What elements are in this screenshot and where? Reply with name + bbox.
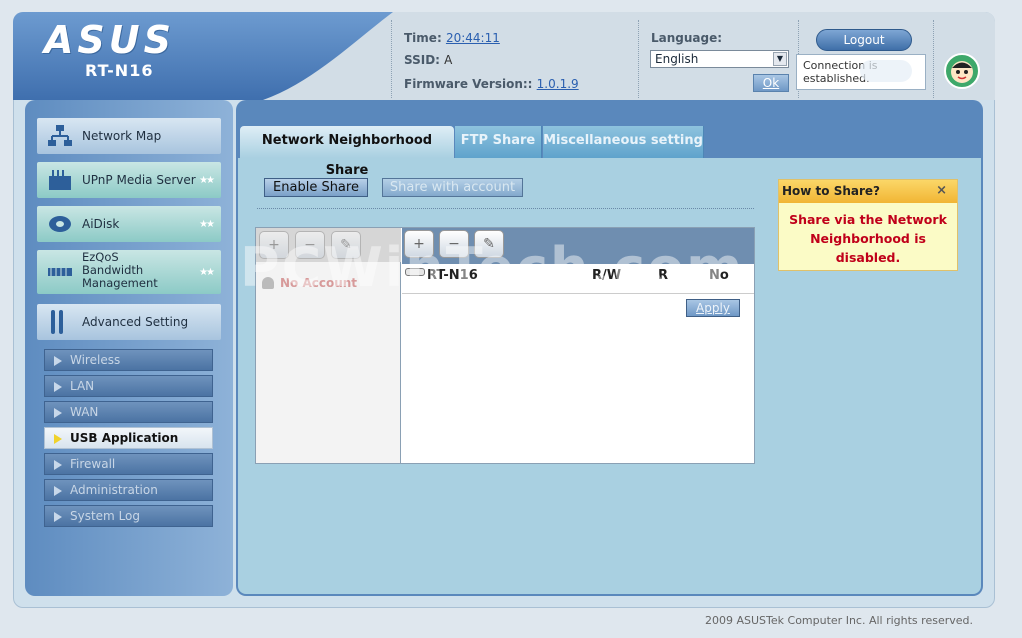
triangle-right-icon xyxy=(54,408,62,418)
menu-network-map[interactable]: Network Map xyxy=(37,118,221,154)
sidebar-item-usb-application[interactable]: USB Application xyxy=(44,427,213,449)
sidebar-item-wan[interactable]: WAN xyxy=(44,401,213,423)
star-icon: ★★ xyxy=(199,267,215,278)
help-body: Share via the Network Neighborhood is di… xyxy=(789,212,947,265)
menu-aidisk[interactable]: AiDisk ★★ xyxy=(37,206,221,242)
share-with-account-button[interactable]: Share with account xyxy=(382,178,523,197)
sidebar-item-system-log[interactable]: System Log xyxy=(44,505,213,527)
close-icon[interactable]: × xyxy=(936,180,947,202)
sidebar-item-administration[interactable]: Administration xyxy=(44,479,213,501)
drive-row: RT-N16 R/W R No xyxy=(402,264,754,294)
sidebar-item-label: USB Application xyxy=(70,431,179,445)
firmware-row: Firmware Version:: 1.0.1.9 xyxy=(404,77,579,91)
how-to-share-panel: How to Share? × Share via the Network Ne… xyxy=(778,179,958,271)
time-link[interactable]: 20:44:11 xyxy=(446,31,500,45)
header-divider xyxy=(391,20,392,98)
remove-account-icon[interactable]: − xyxy=(295,231,325,259)
triangle-right-icon xyxy=(54,512,62,522)
qos-icon xyxy=(48,268,72,276)
footer-copyright: 2009 ASUSTek Computer Inc. All rights re… xyxy=(705,614,973,627)
edit-folder-icon[interactable]: ✎ xyxy=(474,230,504,258)
time-label: Time: xyxy=(404,31,442,45)
drive-name: RT-N16 xyxy=(427,268,478,283)
language-select[interactable]: English ▼ xyxy=(650,50,789,68)
asus-logo: ASUS xyxy=(44,18,176,62)
sidebar-item-firewall[interactable]: Firewall xyxy=(44,453,213,475)
sidebar-item-label: LAN xyxy=(70,379,95,393)
ssid-row: SSID: A xyxy=(404,53,452,67)
menu-advanced-setting[interactable]: Advanced Setting xyxy=(37,304,221,340)
menu-label: Network Map xyxy=(82,129,162,143)
column-r[interactable]: R xyxy=(658,268,668,283)
triangle-right-icon xyxy=(54,460,62,470)
sidebar-item-label: WAN xyxy=(70,405,99,419)
sidebar-item-label: Wireless xyxy=(70,353,121,367)
aidisk-icon xyxy=(49,216,71,232)
no-account-label: No Account xyxy=(280,276,358,290)
account-pane xyxy=(256,228,401,463)
tab-ftp-share[interactable]: FTP Share xyxy=(455,126,542,158)
enable-share-button[interactable]: Enable Share xyxy=(264,178,368,197)
triangle-right-icon xyxy=(54,434,62,444)
help-title: How to Share? xyxy=(782,184,881,198)
edit-account-icon[interactable]: ✎ xyxy=(331,231,361,259)
help-header: How to Share? × xyxy=(779,180,957,203)
triangle-right-icon xyxy=(54,382,62,392)
language-ok-button[interactable]: Ok xyxy=(753,74,789,92)
dropdown-arrow-icon[interactable]: ▼ xyxy=(773,52,787,66)
menu-label: Advanced Setting xyxy=(82,315,189,329)
wrench-icon xyxy=(51,310,63,334)
no-account-item: No Account xyxy=(262,276,357,290)
tab-network-neighborhood-share[interactable]: Network Neighborhood Share xyxy=(240,126,454,178)
apply-button[interactable]: Apply xyxy=(686,299,740,317)
header-divider xyxy=(638,20,639,98)
tab-miscellaneous-setting[interactable]: Miscellaneous setting xyxy=(543,126,704,158)
sidebar-item-label: System Log xyxy=(70,509,140,523)
menu-label: UPnP Media Server xyxy=(82,173,196,187)
sidebar-item-lan[interactable]: LAN xyxy=(44,375,213,397)
user-icon xyxy=(262,277,274,289)
triangle-right-icon xyxy=(54,356,62,366)
remove-folder-icon[interactable]: − xyxy=(439,230,469,258)
header-divider xyxy=(933,20,934,98)
language-selected: English xyxy=(655,52,699,66)
sidebar-item-label: Administration xyxy=(70,483,158,497)
add-folder-icon[interactable]: + xyxy=(404,230,434,258)
connection-indicator xyxy=(860,60,912,82)
sidebar-item-wireless[interactable]: Wireless xyxy=(44,349,213,371)
menu-label: EzQoS Bandwidth Management xyxy=(82,250,158,290)
drive-icon xyxy=(405,268,425,276)
network-map-icon xyxy=(48,125,72,146)
triangle-right-icon xyxy=(54,486,62,496)
firmware-label: Firmware Version:: xyxy=(404,77,533,91)
menu-ezqos[interactable]: EzQoS Bandwidth Management ★★ xyxy=(37,250,221,294)
language-label: Language: xyxy=(651,31,723,45)
column-rw[interactable]: R/W xyxy=(592,268,621,283)
star-icon: ★★ xyxy=(199,219,215,230)
time-row: Time: 20:44:11 xyxy=(404,31,500,45)
sidebar-item-label: Firewall xyxy=(70,457,116,471)
divider xyxy=(257,208,754,209)
firmware-link[interactable]: 1.0.1.9 xyxy=(537,77,579,91)
star-icon: ★★ xyxy=(199,175,215,186)
model-name: RT-N16 xyxy=(85,61,154,80)
ssid-value: A xyxy=(444,53,453,67)
media-server-icon xyxy=(49,170,71,190)
menu-upnp-media-server[interactable]: UPnP Media Server ★★ xyxy=(37,162,221,198)
add-account-icon[interactable]: + xyxy=(259,231,289,259)
avatar-icon xyxy=(944,53,980,89)
logout-button[interactable]: Logout xyxy=(816,29,912,51)
column-no[interactable]: No xyxy=(709,268,729,283)
ssid-label: SSID: xyxy=(404,53,440,67)
menu-label: AiDisk xyxy=(82,217,120,231)
